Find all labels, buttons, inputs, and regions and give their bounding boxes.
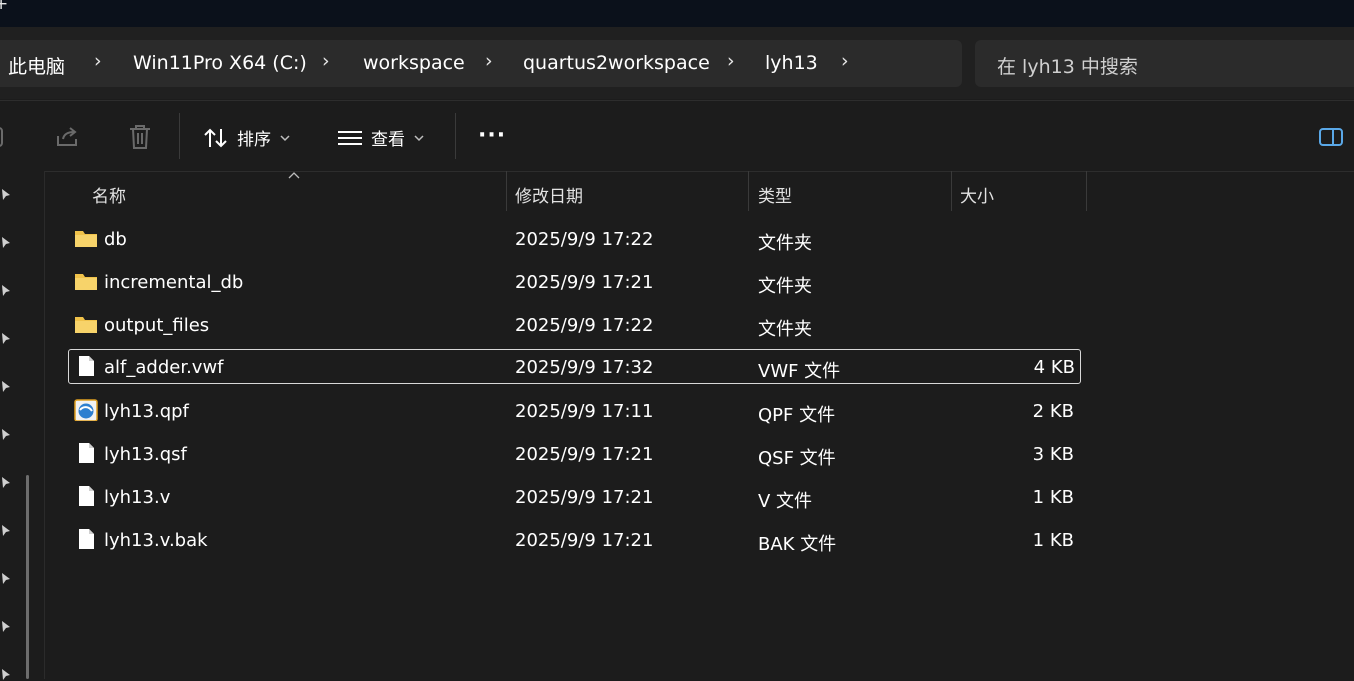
breadcrumb-item-lyh13[interactable]: lyh13	[765, 52, 818, 74]
file-name: lyh13.v	[104, 487, 171, 508]
breadcrumb-item-this-pc[interactable]: 此电脑	[8, 52, 65, 79]
chevron-right-icon[interactable]: ›	[322, 50, 330, 72]
file-type: VWF 文件	[758, 361, 841, 382]
file-row[interactable]: lyh13.qpf 2025/9/9 17:11 QPF 文件 2 KB	[69, 394, 1079, 427]
file-name: lyh13.v.bak	[104, 530, 208, 551]
chevron-right-icon[interactable]: ›	[727, 50, 735, 72]
file-row-selected[interactable]: alf_adder.vwf 2025/9/9 17:32 VWF 文件 4 KB	[68, 349, 1081, 384]
file-type: 文件夹	[758, 319, 812, 340]
navigation-pane[interactable]	[0, 171, 45, 680]
navigation-scrollbar[interactable]	[26, 475, 29, 679]
file-name: lyh13.qpf	[104, 401, 189, 422]
file-modified: 2025/9/9 17:22	[515, 315, 654, 336]
file-size: 2 KB	[1032, 401, 1074, 422]
column-divider[interactable]	[951, 171, 952, 211]
folder-icon	[75, 317, 97, 333]
toolbar-divider	[179, 113, 180, 159]
file-row[interactable]: db 2025/9/9 17:22 文件夹	[69, 222, 1079, 255]
pin-icon	[2, 477, 10, 488]
delete-icon[interactable]	[127, 123, 153, 151]
file-size: 1 KB	[1032, 530, 1074, 551]
pin-icon	[2, 237, 10, 248]
chevron-right-icon[interactable]: ›	[485, 50, 493, 72]
file-modified: 2025/9/9 17:32	[515, 357, 654, 378]
sort-button[interactable]: 排序	[203, 125, 291, 150]
chevron-down-icon	[414, 134, 424, 141]
file-icon	[79, 486, 94, 506]
file-type: BAK 文件	[758, 534, 837, 555]
chevron-right-icon[interactable]: ›	[94, 50, 102, 72]
pin-icon	[2, 381, 10, 392]
file-size: 1 KB	[1032, 487, 1074, 508]
copy-icon[interactable]	[0, 125, 10, 149]
sort-ascending-icon	[288, 172, 300, 179]
search-placeholder: 在 lyh13 中搜索	[997, 56, 1138, 78]
more-options-button[interactable]: ···	[478, 123, 506, 148]
breadcrumb-item-drive-c[interactable]: Win11Pro X64 (C:)	[133, 52, 307, 74]
pin-icon	[2, 621, 10, 632]
file-row[interactable]: lyh13.v.bak 2025/9/9 17:21 BAK 文件 1 KB	[69, 523, 1079, 556]
file-name: db	[104, 229, 127, 250]
view-button[interactable]: 查看	[337, 125, 425, 150]
file-modified: 2025/9/9 17:21	[515, 444, 654, 465]
file-icon	[79, 443, 94, 463]
file-size: 3 KB	[1032, 444, 1074, 465]
file-icon	[79, 529, 94, 549]
file-modified: 2025/9/9 17:21	[515, 487, 654, 508]
file-name: lyh13.qsf	[104, 444, 187, 465]
sort-arrows-icon	[204, 128, 227, 147]
file-row[interactable]: lyh13.qsf 2025/9/9 17:21 QSF 文件 3 KB	[69, 437, 1079, 470]
file-icon	[79, 356, 94, 376]
file-type: 文件夹	[758, 276, 812, 297]
quartus-project-icon	[74, 399, 98, 421]
sort-label: 排序	[237, 130, 271, 150]
column-divider[interactable]	[1086, 171, 1087, 211]
file-size: 4 KB	[1033, 357, 1075, 378]
file-modified: 2025/9/9 17:21	[515, 272, 654, 293]
breadcrumb-item-workspace[interactable]: workspace	[363, 52, 465, 74]
pin-icon	[2, 285, 10, 296]
share-icon[interactable]	[55, 124, 81, 150]
file-type: QPF 文件	[758, 405, 836, 426]
folder-icon	[75, 274, 97, 290]
column-divider[interactable]	[506, 171, 507, 211]
toolbar-divider	[455, 113, 456, 159]
file-type: V 文件	[758, 491, 813, 512]
title-fragment: +	[0, 0, 9, 14]
details-pane-icon[interactable]	[1318, 126, 1344, 148]
pin-icon	[2, 429, 10, 440]
chevron-down-icon	[280, 134, 290, 141]
chevron-right-icon[interactable]: ›	[841, 50, 849, 72]
column-header-modified[interactable]: 修改日期	[515, 182, 583, 207]
file-name: incremental_db	[104, 272, 244, 293]
file-type: QSF 文件	[758, 448, 836, 469]
file-modified: 2025/9/9 17:11	[515, 401, 654, 422]
title-bar: +	[0, 0, 1354, 27]
column-header-type[interactable]: 类型	[758, 182, 792, 207]
breadcrumb-item-quartus2workspace[interactable]: quartus2workspace	[523, 52, 710, 74]
file-row[interactable]: lyh13.v 2025/9/9 17:21 V 文件 1 KB	[69, 480, 1079, 513]
pin-icon	[2, 189, 10, 200]
column-header-size[interactable]: 大小	[960, 182, 994, 207]
column-header-name[interactable]: 名称	[92, 182, 126, 207]
folder-icon	[75, 231, 97, 247]
file-row[interactable]: incremental_db 2025/9/9 17:21 文件夹	[69, 265, 1079, 298]
pin-icon	[2, 573, 10, 584]
view-list-icon	[338, 130, 362, 145]
column-divider[interactable]	[748, 171, 749, 211]
file-modified: 2025/9/9 17:22	[515, 229, 654, 250]
file-type: 文件夹	[758, 233, 812, 254]
pin-icon	[2, 525, 10, 536]
pin-icon	[2, 333, 10, 344]
file-modified: 2025/9/9 17:21	[515, 530, 654, 551]
file-row[interactable]: output_files 2025/9/9 17:22 文件夹	[69, 308, 1079, 341]
file-name: output_files	[104, 315, 210, 336]
file-name: alf_adder.vwf	[104, 357, 224, 378]
view-label: 查看	[371, 130, 405, 150]
